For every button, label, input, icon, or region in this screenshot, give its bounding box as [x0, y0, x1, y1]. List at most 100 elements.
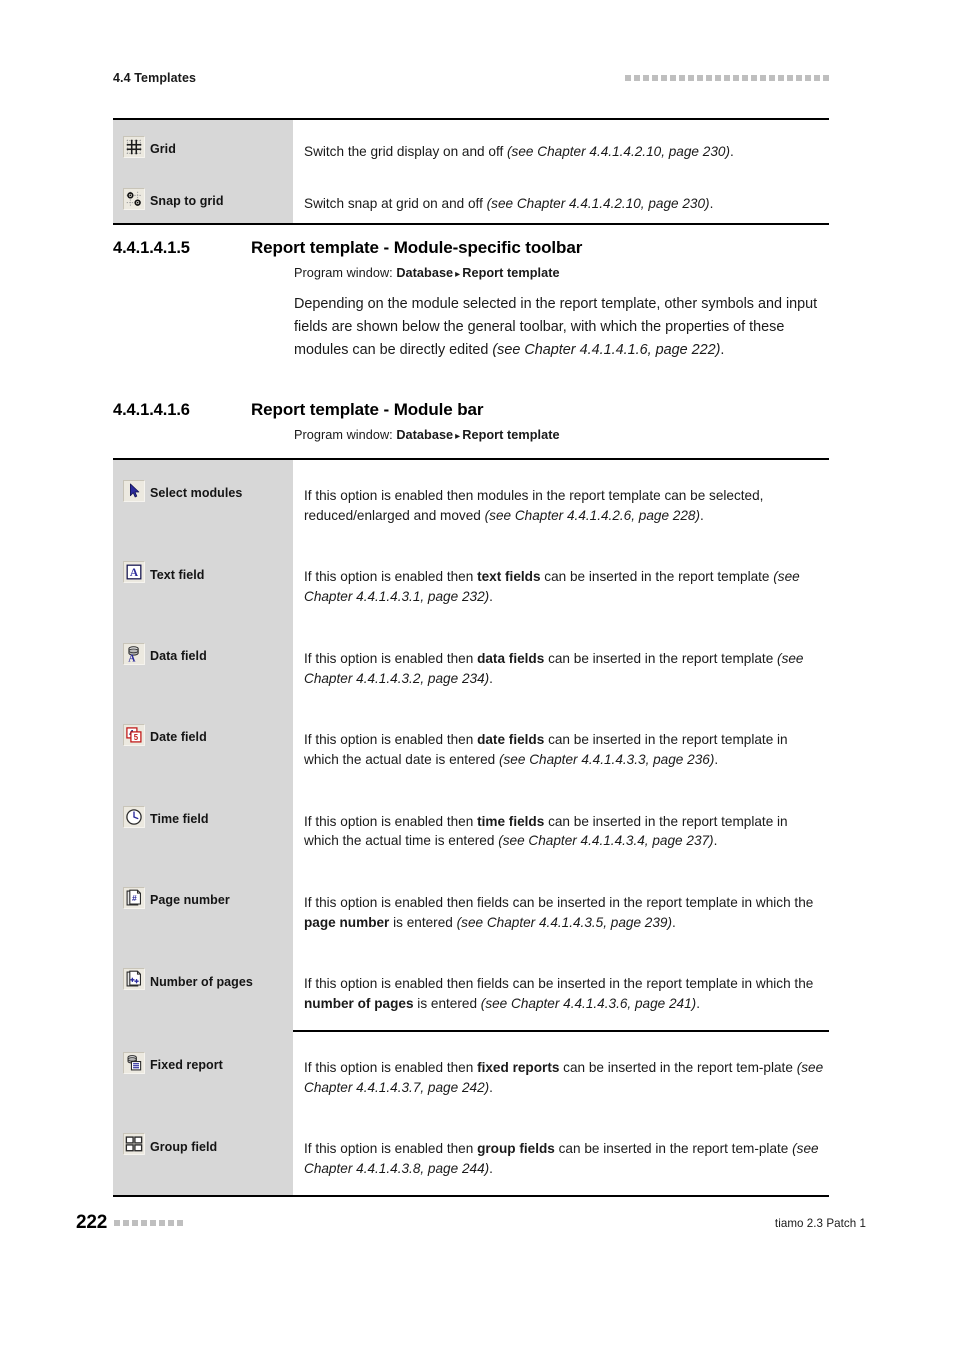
snap-to-grid-icon[interactable] — [123, 187, 145, 210]
section-body: Program window: Database ▸ Report template… — [294, 266, 829, 361]
table-row: 45 Date field If this option is enabled th… — [113, 704, 829, 786]
description-text: If this option is enabled then — [304, 813, 478, 829]
icon-label: Date field — [150, 730, 207, 745]
footer-decoration-squares — [114, 1220, 184, 1226]
page-number-icon[interactable]: # — [123, 887, 145, 910]
select-modules-cursor-icon[interactable] — [123, 480, 145, 502]
svg-text:A: A — [128, 653, 136, 663]
description-cell: If this option is enabled then data fiel… — [293, 623, 829, 704]
description-cell: If this option is enabled then text fiel… — [293, 541, 829, 622]
cross-reference: (see Chapter 4.4.1.4.2.10, page 230) — [507, 144, 730, 159]
number-of-pages-icon[interactable] — [123, 968, 145, 991]
description-period: . — [709, 195, 714, 211]
icon-with-label: Fixed report — [123, 1051, 223, 1074]
description-text: If this option is enabled then fields ca… — [304, 895, 814, 911]
description-text: . — [696, 996, 700, 1012]
description-emphasis: number of pages — [304, 996, 414, 1012]
description-text: can be inserted in the report tem-plate — [559, 1059, 797, 1075]
description-cell: If this option is enabled then fixed rep… — [293, 1029, 829, 1113]
header-decoration-squares — [625, 75, 829, 81]
fixed-report-icon[interactable] — [123, 1051, 145, 1074]
running-header-title: 4.4 Templates — [113, 71, 197, 85]
description-emphasis: time fields — [477, 813, 545, 829]
icon-with-label: 45 Date field — [123, 724, 207, 747]
table-row: # Page number If this option is enabled th… — [113, 867, 829, 949]
svg-text:A: A — [130, 568, 139, 580]
icon-with-label: Grid — [123, 136, 176, 158]
group-field-icon[interactable] — [123, 1133, 145, 1156]
text-field-icon[interactable]: A — [123, 561, 145, 584]
description-emphasis: fixed reports — [477, 1059, 560, 1075]
icon-with-label: Time field — [123, 805, 209, 828]
module-bar-table: Select modules If this option is enabled … — [113, 458, 829, 1197]
program-window-node-report-template: Report template — [462, 428, 560, 442]
icon-cell: Grid — [113, 120, 293, 172]
icon-cell: Select modules — [113, 460, 293, 542]
icon-with-label: A Data field — [123, 642, 207, 665]
icon-cell: Time field — [113, 785, 293, 868]
date-field-icon[interactable]: 45 — [123, 724, 145, 747]
table-row: Group field If this option is enabled the… — [113, 1113, 829, 1195]
icon-label: Group field — [150, 1139, 218, 1154]
icon-with-label: Number of pages — [123, 968, 253, 991]
icon-cell: Snap to grid — [113, 171, 293, 224]
document-page: 4.4 Templates Grid Switch the grid displa… — [0, 0, 954, 1350]
running-header: 4.4 Templates — [113, 68, 829, 88]
description-text: Switch snap at grid on and off — [304, 195, 487, 211]
icon-label: Text field — [150, 567, 205, 582]
program-window-label: Program window: — [294, 266, 393, 280]
section-body: Program window: Database ▸ Report template — [294, 428, 829, 442]
cross-reference: (see Chapter 4.4.1.4.3.6, page 241) — [480, 996, 697, 1012]
program-window-node-database: Database — [396, 428, 454, 442]
section-number: 4.4.1.4.1.5 — [113, 239, 190, 257]
icon-with-label: Select modules — [123, 480, 242, 502]
description-text: . — [700, 507, 704, 523]
cross-reference: (see Chapter 4.4.1.4.2.6, page 228) — [484, 507, 701, 523]
grid-icon[interactable] — [123, 136, 145, 158]
icon-label: Page number — [150, 893, 230, 908]
description-text: . — [489, 589, 493, 605]
icon-with-label: A Text field — [123, 561, 205, 584]
description-cell: If this option is enabled then fields ca… — [293, 867, 829, 948]
icon-cell: Group field — [113, 1113, 293, 1195]
path-arrow-icon: ▸ — [455, 431, 461, 442]
description-text: . — [489, 670, 493, 686]
icon-with-label: Group field — [123, 1133, 218, 1156]
description-text: If this option is enabled then — [304, 650, 478, 666]
icon-cell: A Data field — [113, 622, 293, 705]
description-text: . — [713, 833, 718, 849]
description-cell: Switch the grid display on and off (see … — [293, 120, 829, 172]
table-row: Snap to grid Switch snap at grid on and o… — [113, 171, 829, 224]
icon-cell: Fixed report — [113, 1029, 293, 1114]
section-heading: 4.4.1.4.1.5 Report template - Module-spe… — [113, 238, 829, 258]
program-window-label: Program window: — [294, 428, 393, 442]
description-cell: If this option is enabled then time fiel… — [293, 786, 829, 867]
icon-label: Fixed report — [150, 1058, 223, 1073]
section-heading: 4.4.1.4.1.6 Report template - Module bar — [113, 400, 829, 420]
description-text: If this option is enabled then fields ca… — [304, 976, 814, 992]
description-emphasis: group fields — [477, 1141, 555, 1157]
description-cell: If this option is enabled then modules i… — [293, 460, 829, 541]
description-text: can be inserted in the report template — [540, 569, 774, 585]
description-period: . — [729, 144, 734, 159]
time-field-clock-icon[interactable] — [123, 805, 145, 828]
grid-options-table: Grid Switch the grid display on and off (… — [113, 118, 829, 226]
svg-text:#: # — [132, 893, 137, 903]
icon-label: Data field — [150, 649, 207, 664]
icon-cell: A Text field — [113, 541, 293, 623]
running-footer: 222 tiamo 2.3 Patch 1 — [76, 1212, 866, 1234]
description-cell: If this option is enabled then fields ca… — [293, 948, 829, 1029]
description-cell: If this option is enabled then group fie… — [293, 1113, 829, 1194]
cross-reference: (see Chapter 4.4.1.4.2.10, page 230) — [486, 195, 710, 211]
icon-label: Snap to grid — [150, 193, 224, 208]
data-field-icon[interactable]: A — [123, 642, 145, 665]
description-text: . — [672, 914, 676, 930]
description-emphasis: page number — [304, 914, 390, 930]
section-number: 4.4.1.4.1.6 — [113, 401, 190, 419]
table-row: A Text field If this option is enabled the… — [113, 541, 829, 623]
description-text: If this option is enabled then — [304, 1059, 478, 1075]
icon-cell: Number of pages — [113, 948, 293, 1030]
cross-reference: (see Chapter 4.4.1.4.3.3, page 236) — [498, 751, 715, 767]
program-window-path: Program window: Database ▸ Report template — [294, 428, 829, 442]
description-text: . — [714, 751, 719, 767]
